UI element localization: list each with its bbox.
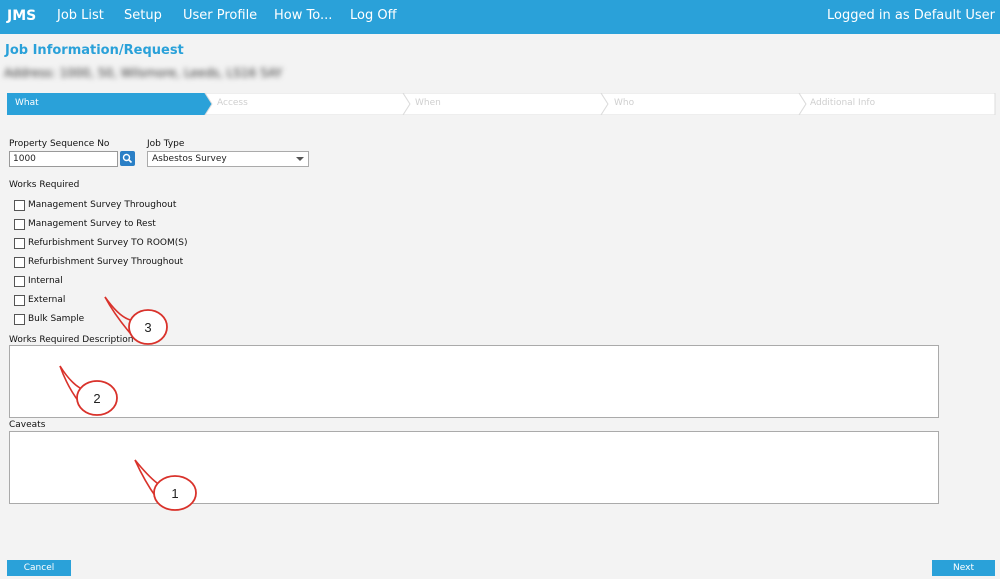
callout-1-number: 1 — [171, 486, 178, 501]
callout-2-number: 2 — [93, 391, 100, 406]
callout-3: 3 — [104, 296, 168, 345]
callout-3-number: 3 — [144, 320, 151, 335]
callout-1: 1 — [134, 459, 197, 511]
callout-2: 2 — [59, 365, 118, 416]
annotation-callouts: 3 2 1 — [59, 296, 197, 511]
